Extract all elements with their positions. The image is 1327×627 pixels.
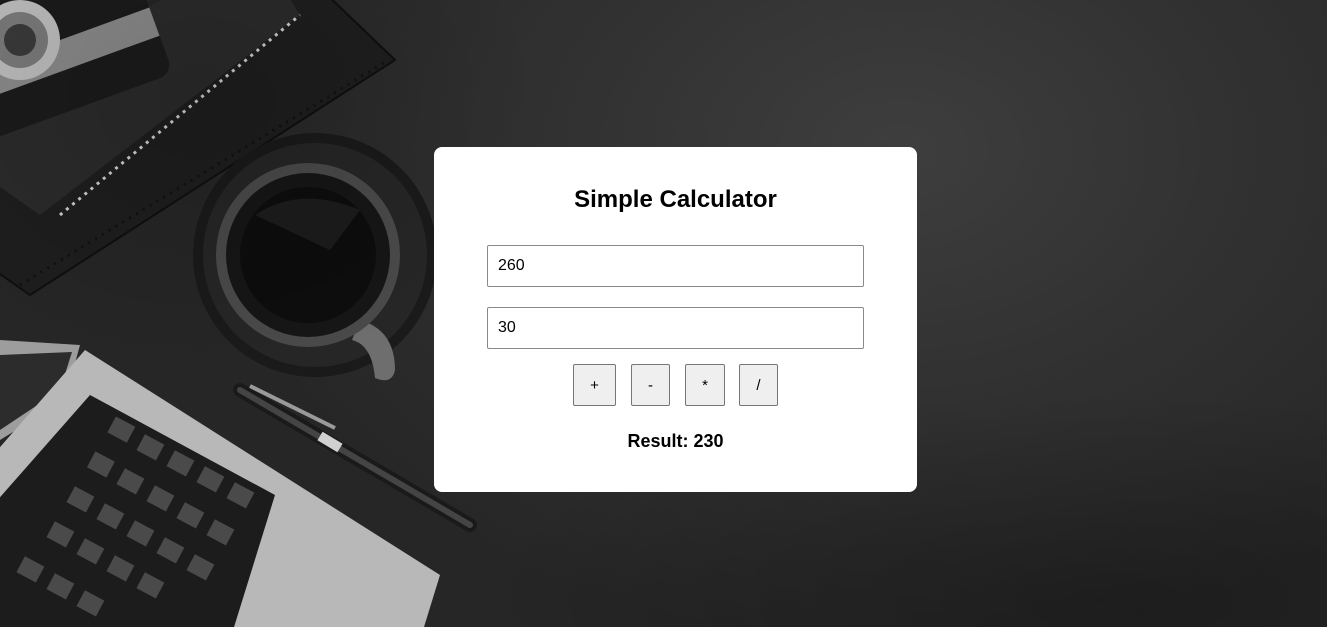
divide-button[interactable]: /	[739, 364, 778, 406]
result-label: Result:	[627, 431, 689, 451]
second-number-input[interactable]	[487, 307, 864, 349]
camera-icon	[0, 0, 170, 137]
add-button[interactable]: +	[573, 364, 616, 406]
result-display: Result: 230	[434, 431, 917, 452]
result-value: 230	[693, 431, 724, 451]
multiply-button[interactable]: *	[685, 364, 725, 406]
first-number-input[interactable]	[487, 245, 864, 287]
laptop-icon	[0, 340, 440, 627]
coffee-cup-icon	[193, 133, 437, 381]
calculator-card: Simple Calculator + - * / Result: 230	[434, 147, 917, 492]
subtract-button[interactable]: -	[631, 364, 670, 406]
notebook-icon	[0, 0, 397, 297]
calculator-title: Simple Calculator	[574, 186, 777, 213]
